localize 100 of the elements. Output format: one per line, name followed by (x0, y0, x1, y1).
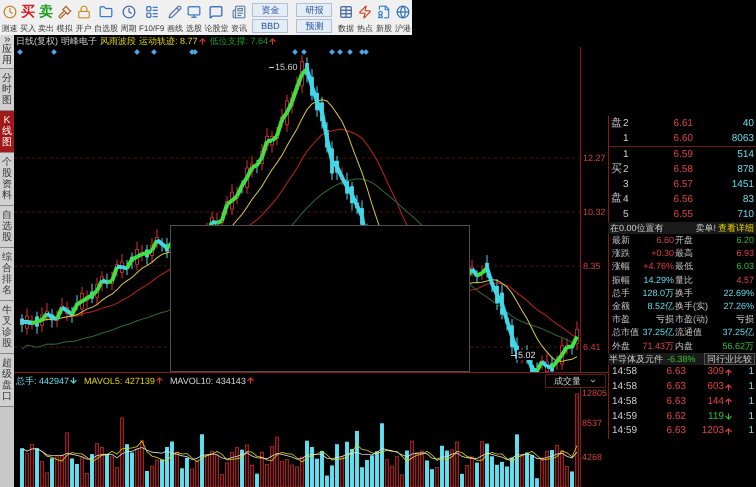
tick-price: 6.63 (666, 365, 686, 380)
signal-diamond-icon (17, 49, 23, 55)
volume-value: 40 (742, 117, 754, 131)
stat-label: 最低 (675, 260, 694, 274)
price-value: 6.58 (672, 163, 693, 177)
stat-value: 8.52亿 (646, 300, 675, 314)
side-tab[interactable]: 超级盘口 (0, 354, 14, 407)
side-tab[interactable]: 牛叉诊股 (0, 301, 14, 354)
volume-stat: 总手: 442947 (16, 374, 70, 386)
stat-value: +0.30 (650, 247, 675, 260)
toolbar-button[interactable]: 研报 (296, 2, 332, 16)
tick-time: 14:58 (612, 365, 638, 380)
toolbar-icon (166, 3, 184, 20)
rank-number: 1 (623, 148, 630, 162)
stat-label: 振幅 (612, 274, 631, 287)
tick-time: 14:59 (612, 410, 638, 424)
side-tab[interactable]: 综合排名 (0, 248, 14, 301)
toolbar-icon (56, 3, 73, 20)
tick-price: 6.62 (666, 410, 686, 424)
stat-label: 内盘 (675, 340, 694, 353)
toolbar-icon (75, 3, 92, 20)
stock-name: 明峰电子 (61, 35, 97, 47)
volume-value: 1451 (730, 178, 754, 192)
stat-value: 6.20 (735, 234, 755, 247)
volume-value: 8063 (730, 132, 754, 146)
tick-price: 6.63 (666, 394, 686, 409)
tick-count: 1 (748, 365, 754, 380)
side-tab[interactable]: K线图 (0, 111, 14, 153)
details-link[interactable]: 查看详细 (718, 222, 754, 234)
toolbar-glyph-icon: 卖 (39, 3, 53, 20)
price-annotation: 5.02 (517, 350, 537, 360)
toolbar-button[interactable]: 测速 (0, 1, 19, 34)
stat-value: 71.43万 (641, 340, 675, 353)
toolbar-icon (230, 3, 248, 20)
toolbar-button[interactable]: 热点 (355, 1, 374, 34)
toolbar-button[interactable]: 资讯 (229, 1, 248, 34)
tick-volume: 309 (706, 365, 724, 380)
price-value: 6.57 (672, 178, 693, 192)
tick-price: 6.63 (666, 380, 686, 394)
toolbar-button[interactable]: 数据 (336, 1, 356, 34)
stat-label: 金额 (612, 300, 631, 314)
toolbar-button[interactable]: 沪港 (393, 1, 412, 34)
toolbar-button[interactable]: BBD (252, 18, 288, 32)
axis-label: 12.27 (583, 153, 606, 163)
price-value: 6.59 (672, 148, 693, 162)
toolbar-button[interactable]: 画线 (165, 1, 184, 34)
order-note: 在0.00位置有 (610, 222, 664, 234)
side-tab[interactable]: 分时图 (0, 69, 14, 111)
side-tab[interactable]: 自选股 (0, 206, 14, 248)
toolbar-button[interactable]: 选股 (184, 1, 204, 34)
stat-label: 开盘 (675, 234, 694, 247)
toolbar-button[interactable]: 自选股 (93, 1, 119, 34)
rank-number: 1 (623, 132, 630, 146)
toolbar-button[interactable]: 周期 (119, 1, 138, 34)
indicator-dropdown[interactable]: 成交量 (545, 374, 606, 388)
stat-value: 37.25亿 (641, 326, 675, 340)
toolbar-button[interactable]: 模拟 (55, 1, 74, 34)
tick-count: 1 (748, 380, 754, 394)
indicator-value: 低位支撑: 7.64 (210, 35, 268, 47)
compare-button[interactable]: 同行业比较 (704, 352, 755, 365)
rank-number: 4 (623, 193, 630, 207)
order-note: 卖单! (695, 222, 716, 234)
toolbar-button[interactable]: 卖 卖出 (37, 1, 55, 34)
toolbar-icon (120, 3, 137, 20)
stat-value: 亏损 (735, 313, 755, 326)
toolbar-icon (375, 3, 392, 20)
side-label: 买盘 (610, 162, 623, 206)
toolbar-button[interactable]: 买 买入 (19, 1, 37, 34)
price-annotation: 15.60 (275, 62, 298, 72)
price-value: 6.55 (672, 208, 693, 222)
toolbar-button[interactable]: 预测 (296, 18, 332, 32)
volume-value: 878 (736, 163, 754, 177)
stat-label: 外盘 (612, 340, 631, 353)
stat-value: 14.29% (642, 274, 675, 287)
toolbar-button[interactable]: 开户 (74, 1, 93, 34)
rank-number: 3 (623, 178, 630, 192)
toolbar-button[interactable]: 资金 (252, 2, 288, 16)
volume-value: 710 (736, 208, 754, 222)
toolbar-icon (337, 3, 354, 20)
toolbar-button[interactable]: 论股堂 (203, 1, 230, 34)
industry-change: -6.38% (667, 352, 696, 365)
volume-stat: MAVOL5: 427139 (84, 374, 155, 386)
side-tab[interactable]: 个股资料 (0, 153, 14, 206)
stat-label: 换手(实) (675, 300, 709, 314)
expand-icon (2, 35, 12, 44)
toolbar-button[interactable]: 新股 (374, 1, 394, 34)
tick-time: 14:58 (612, 394, 638, 409)
period-label: 日线(复权) (16, 35, 58, 47)
stat-label: 最高 (675, 247, 694, 260)
tick-count: 1 (748, 394, 754, 409)
apps-tab[interactable]: 应用 (0, 35, 14, 69)
volume-value: 83 (742, 193, 754, 207)
toolbar-icon (143, 3, 160, 20)
rank-number: 5 (623, 208, 630, 222)
stat-value: 6.93 (735, 247, 755, 260)
toolbar-icon (356, 3, 374, 20)
stat-label: 最新 (612, 234, 631, 247)
toolbar-button[interactable]: F10/F9 (138, 1, 166, 34)
stat-label: 涨幅 (612, 260, 631, 274)
tick-time: 14:58 (612, 380, 638, 394)
